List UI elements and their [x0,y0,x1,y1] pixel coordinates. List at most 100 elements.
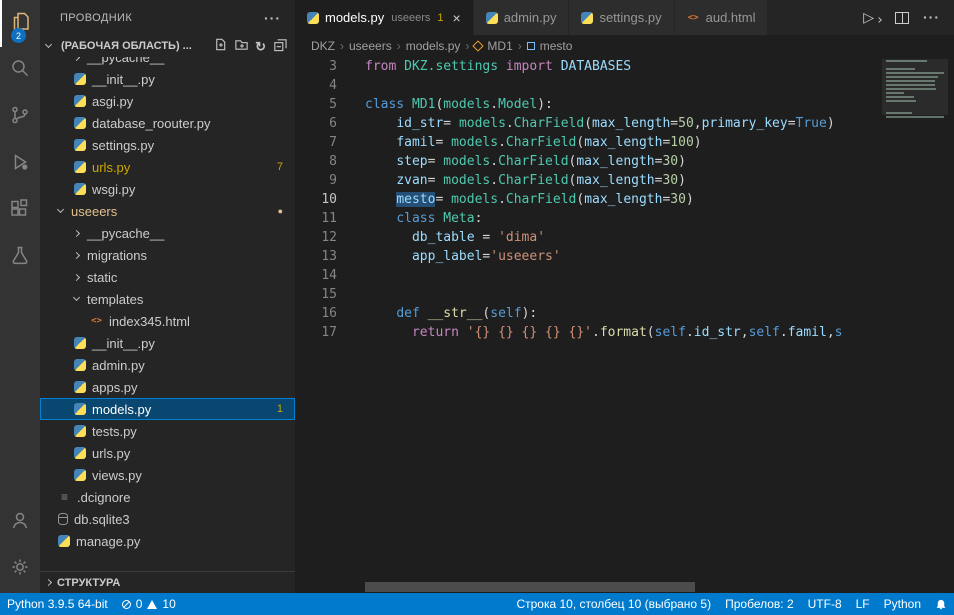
tree-item-models-py-selected[interactable]: models.py1 [40,398,295,420]
tree-item-settings-py[interactable]: settings.py [40,134,295,156]
search-activity-button[interactable] [0,47,40,94]
workspace-label: (РАБОЧАЯ ОБЛАСТЬ) ... [61,40,192,52]
run-debug-activity-button[interactable] [0,141,40,188]
tree-item-db-sqlite3[interactable]: db.sqlite3 [40,508,295,530]
editor-group: models.py useeers 1 × admin.py settings.… [295,0,954,593]
accounts-button[interactable] [0,499,40,546]
close-icon[interactable]: × [453,10,461,26]
notifications-bell-icon[interactable] [928,593,954,615]
source-control-activity-button[interactable] [0,94,40,141]
settings-button[interactable] [0,546,40,593]
breadcrumb-item-useeers[interactable]: useeers [349,39,392,53]
status-indentation[interactable]: Пробелов: 2 [718,593,801,615]
activity-bar: 2 [0,0,40,593]
chevron-right-icon [73,251,80,258]
run-icon [863,9,874,26]
status-python-version[interactable]: Python 3.9.5 64-bit [0,593,115,615]
warning-count: 10 [162,597,175,611]
workspace-section-header[interactable]: (РАБОЧАЯ ОБЛАСТЬ) ... ↻ [40,35,295,57]
new-file-icon[interactable] [213,37,228,55]
python-file-icon [74,469,86,481]
code-line[interactable]: 13 app_label='useeers' [295,247,954,266]
tree-item-urls-py-dkz[interactable]: urls.py7 [40,156,295,178]
breadcrumb-separator [340,39,344,53]
status-cursor-position[interactable]: Строка 10, столбец 10 (выбрано 5) [509,593,718,615]
tree-item-views-py[interactable]: views.py [40,464,295,486]
outline-section-header[interactable]: СТРУКТУРА [40,571,295,593]
breadcrumb-item-mesto[interactable]: mesto [540,39,573,53]
account-icon [8,508,32,537]
warning-icon [147,600,157,609]
tree-item-database-roouter-py[interactable]: database_roouter.py [40,112,295,134]
breadcrumb-item-md1[interactable]: MD1 [487,39,512,53]
more-actions-icon[interactable] [264,10,281,26]
tree-folder-templates[interactable]: templates [40,288,295,310]
tab-directory-hint: useeers [391,12,430,24]
more-actions-icon[interactable] [923,9,940,27]
explorer-activity-button[interactable]: 2 [0,0,40,47]
code-line[interactable]: 12 db_table = 'dima' [295,228,954,247]
tree-item-urls-py-useeers[interactable]: urls.py [40,442,295,464]
python-file-icon [486,12,498,24]
python-file-icon [74,161,86,173]
code-line[interactable]: 17 return '{} {} {} {} {}'.format(self.i… [295,323,954,342]
minimap[interactable] [884,59,946,120]
code-line[interactable]: 7 famil= models.CharField(max_length=100… [295,133,954,152]
code-line[interactable]: 5class MD1(models.Model): [295,95,954,114]
tree-item-init-py-useeers[interactable]: __init__.py [40,332,295,354]
refresh-icon[interactable]: ↻ [255,40,266,53]
code-line[interactable]: 4 [295,76,954,95]
tab-settings-py[interactable]: settings.py [569,0,674,35]
status-encoding[interactable]: UTF-8 [801,593,849,615]
tree-item-init-py[interactable]: __init__.py [40,68,295,90]
new-folder-icon[interactable] [234,37,249,55]
code-line[interactable]: 16 def __str__(self): [295,304,954,323]
tab-label: admin.py [504,10,557,25]
testing-beaker-icon [8,244,32,273]
status-language[interactable]: Python [877,593,928,615]
tree-folder-migrations[interactable]: migrations [40,244,295,266]
tab-aud-html[interactable]: aud.html [675,0,769,35]
tree-item-asgi-py[interactable]: asgi.py [40,90,295,112]
breadcrumb-item-models-py[interactable]: models.py [406,39,461,53]
testing-activity-button[interactable] [0,235,40,282]
python-file-icon [58,535,70,547]
code-line[interactable]: 6 id_str= models.CharField(max_length=50… [295,114,954,133]
tab-models-py[interactable]: models.py useeers 1 × [295,0,474,35]
database-file-icon [58,513,68,525]
breadcrumb-item-dkz[interactable]: DKZ [311,39,335,53]
html-file-icon [90,315,103,328]
tree-item-admin-py[interactable]: admin.py [40,354,295,376]
tree-folder-static[interactable]: static [40,266,295,288]
code-line[interactable]: 11 class Meta: [295,209,954,228]
code-line[interactable]: 3from DKZ.settings import DATABASES [295,57,954,76]
tree-folder-useeers[interactable]: useeers● [40,200,295,222]
code-editor[interactable]: 3from DKZ.settings import DATABASES 4 5c… [295,57,954,593]
tab-admin-py[interactable]: admin.py [474,0,570,35]
tree-item-dcignore[interactable]: .dcignore [40,486,295,508]
tree-item-wsgi-py[interactable]: wsgi.py [40,178,295,200]
python-file-icon [74,403,86,415]
tree-item-manage-py[interactable]: manage.py [40,530,295,552]
code-line[interactable]: 8 step= models.CharField(max_length=30) [295,152,954,171]
code-line-current[interactable]: 10 mesto= models.CharField(max_length=30… [295,190,954,209]
code-line[interactable]: 15 [295,285,954,304]
horizontal-scrollbar[interactable] [365,582,695,592]
status-eol[interactable]: LF [849,593,877,615]
error-count: 0 [136,597,143,611]
split-editor-icon[interactable] [895,12,909,24]
collapse-all-icon[interactable] [272,37,287,55]
python-file-icon [74,447,86,459]
run-python-file-button[interactable] [863,9,881,27]
sidebar-title: ПРОВОДНИК [60,12,132,24]
tree-folder-pycache[interactable]: __pycache__ [40,222,295,244]
tree-item-apps-py[interactable]: apps.py [40,376,295,398]
tree-item-index345-html[interactable]: index345.html [40,310,295,332]
code-line[interactable]: 14 [295,266,954,285]
tree-item-tests-py[interactable]: tests.py [40,420,295,442]
status-problems[interactable]: 0 10 [115,593,183,615]
chevron-right-icon [73,273,80,280]
ignore-file-icon [58,491,71,504]
code-line[interactable]: 9 zvan= models.CharField(max_length=30) [295,171,954,190]
extensions-activity-button[interactable] [0,188,40,235]
